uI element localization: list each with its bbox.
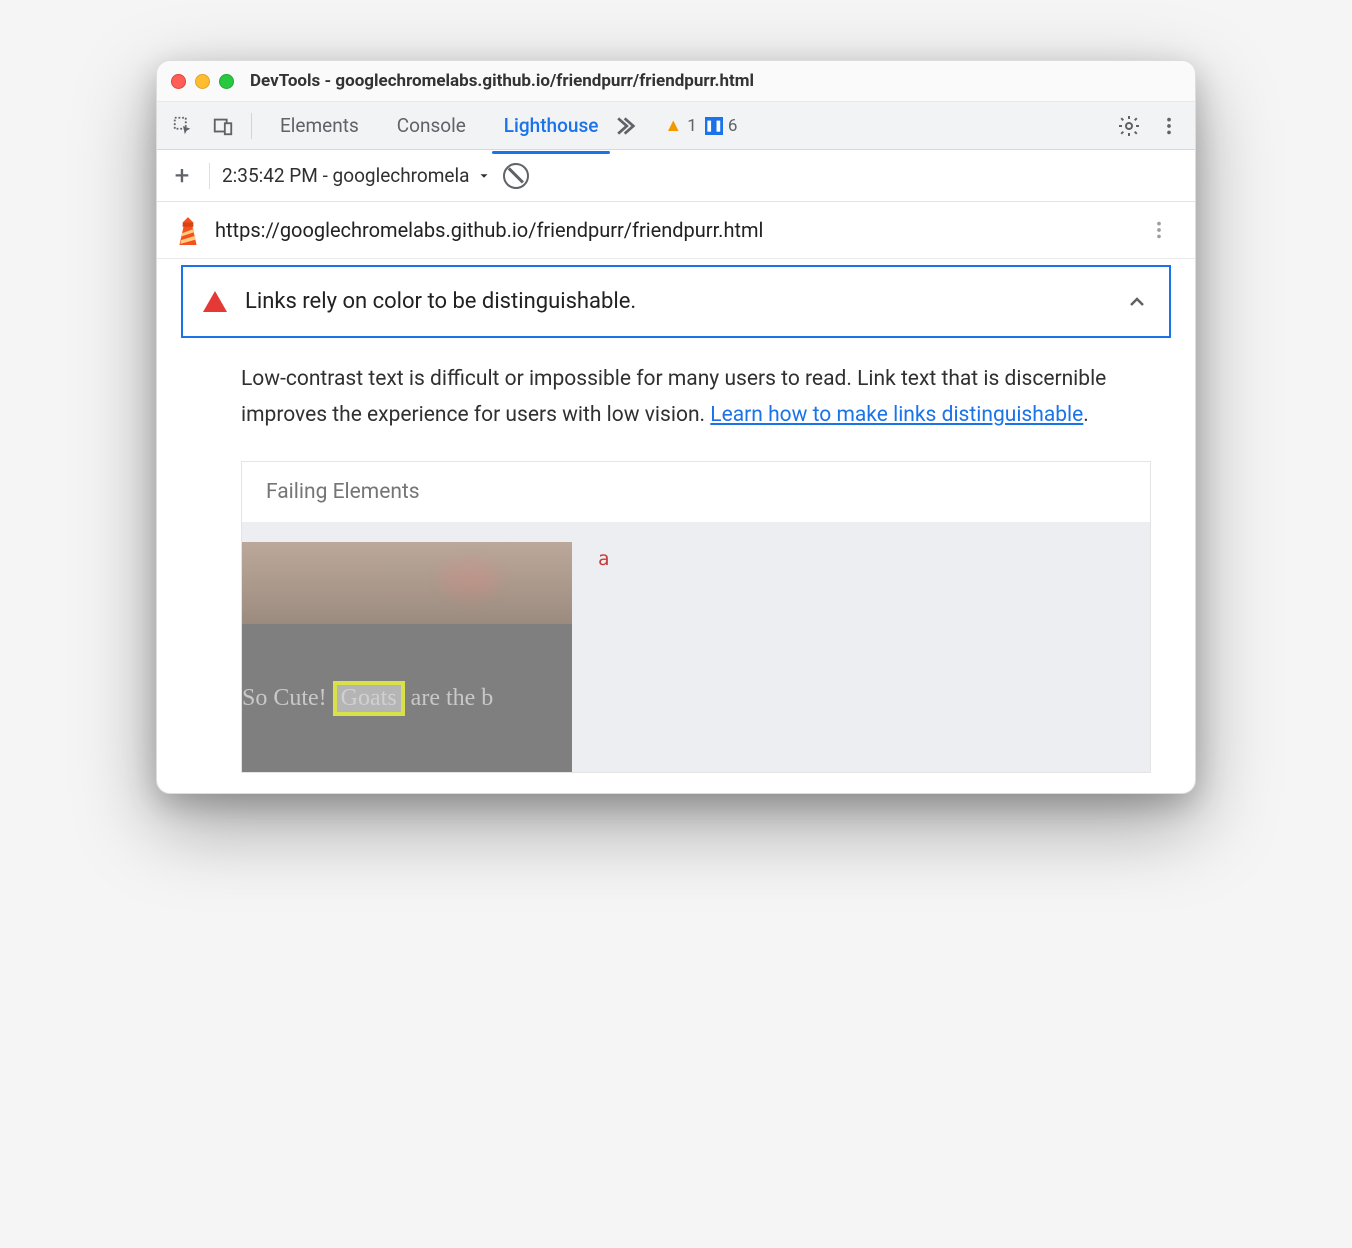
divider [209, 163, 210, 189]
warnings-count: 1 [687, 116, 697, 136]
audit-title: Links rely on color to be distinguishabl… [245, 289, 1107, 314]
minimize-window-button[interactable] [195, 74, 210, 89]
audit-item-header[interactable]: Links rely on color to be distinguishabl… [181, 265, 1171, 338]
new-report-button[interactable]: + [167, 161, 197, 191]
titlebar: DevTools - googlechromelabs.github.io/fr… [157, 61, 1195, 102]
audit-description: Low-contrast text is difficult or imposs… [181, 338, 1171, 457]
lighthouse-subbar: + 2:35:42 PM - googlechromela [157, 150, 1195, 202]
warnings-badge[interactable]: ▲ 1 [664, 115, 696, 136]
tabs-overflow-button[interactable] [616, 113, 642, 139]
issues-badge[interactable]: ❚❚ 6 [705, 116, 738, 136]
thumbnail-image-region [242, 542, 572, 624]
dropdown-triangle-icon [477, 169, 491, 183]
tab-elements[interactable]: Elements [276, 104, 363, 147]
fail-triangle-icon [203, 291, 227, 312]
maximize-window-button[interactable] [219, 74, 234, 89]
thumb-text-post: are the b [411, 685, 494, 712]
learn-more-link[interactable]: Learn how to make links distinguishable [710, 403, 1083, 427]
failing-elements-panel: Failing Elements So Cute! Goats are the … [241, 461, 1151, 773]
devtools-window: DevTools - googlechromelabs.github.io/fr… [156, 60, 1196, 794]
audit-content: Links rely on color to be distinguishabl… [157, 265, 1195, 793]
issue-badges: ▲ 1 ❚❚ 6 [664, 115, 737, 136]
report-selector[interactable]: 2:35:42 PM - googlechromela [222, 164, 491, 187]
issue-icon: ❚❚ [705, 117, 723, 135]
report-url-bar: https://googlechromelabs.github.io/frien… [157, 202, 1195, 259]
highlighted-link-text: Goats [333, 681, 405, 716]
issues-count: 6 [728, 116, 738, 136]
report-url: https://googlechromelabs.github.io/frien… [215, 218, 1127, 242]
devtools-toolbar: Elements Console Lighthouse ▲ 1 ❚❚ 6 [157, 102, 1195, 150]
window-title: DevTools - googlechromelabs.github.io/fr… [250, 71, 754, 91]
traffic-lights [171, 74, 234, 89]
failing-elements-header: Failing Elements [242, 462, 1150, 522]
device-toolbar-icon[interactable] [205, 108, 241, 144]
more-menu-icon[interactable] [1151, 108, 1187, 144]
failing-elements-body: So Cute! Goats are the b a [242, 522, 1150, 772]
divider [251, 113, 252, 139]
warning-triangle-icon: ▲ [664, 115, 682, 136]
element-tag-label[interactable]: a [598, 542, 609, 570]
selected-report-label: 2:35:42 PM - googlechromela [222, 164, 469, 187]
close-window-button[interactable] [171, 74, 186, 89]
report-menu-icon[interactable] [1141, 212, 1177, 248]
tab-lighthouse[interactable]: Lighthouse [500, 104, 603, 147]
tabs: Elements Console Lighthouse [276, 104, 602, 147]
inspect-element-icon[interactable] [165, 108, 201, 144]
lighthouse-icon [175, 215, 201, 245]
thumbnail-text-region: So Cute! Goats are the b [242, 624, 572, 772]
element-screenshot-thumbnail[interactable]: So Cute! Goats are the b [242, 542, 572, 772]
tab-console[interactable]: Console [393, 104, 470, 147]
chevron-up-icon [1125, 290, 1149, 314]
clear-report-button[interactable] [503, 163, 529, 189]
thumb-text-pre: So Cute! [242, 685, 327, 712]
settings-gear-icon[interactable] [1111, 108, 1147, 144]
